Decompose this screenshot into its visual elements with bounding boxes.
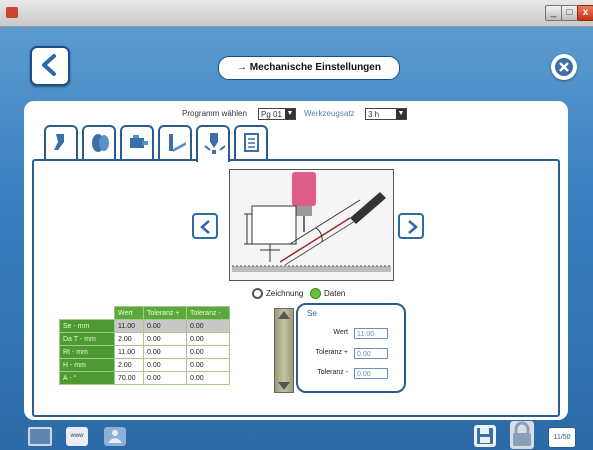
table-header-row: Wert Toleranz + Toleranz - xyxy=(60,306,230,320)
maximize-button[interactable]: □ xyxy=(561,5,578,21)
toolset-label: Werkzeugsatz xyxy=(304,109,355,118)
detail-label-value: Wert xyxy=(333,329,348,336)
value-field[interactable]: 11.00 xyxy=(354,328,388,339)
settings-panel: Programm wählen Pg 01 ▼ Werkzeugsatz 3 h… xyxy=(24,101,568,420)
values-table: Wert Toleranz + Toleranz - Se - mm 11.00… xyxy=(59,306,230,385)
chevron-left-icon xyxy=(42,54,56,76)
detail-label-tol-plus: Toleranz + xyxy=(315,349,349,356)
cell-tol-minus[interactable]: 0.00 xyxy=(186,319,230,333)
close-window-button[interactable]: x xyxy=(577,5,593,21)
back-button[interactable] xyxy=(30,46,70,86)
lock-button[interactable] xyxy=(510,421,534,449)
tab-content: Zeichnung Daten Wert Toleranz + Toleranz… xyxy=(32,159,560,417)
user-icon xyxy=(108,430,122,443)
close-icon xyxy=(555,58,573,76)
cell-tol-minus[interactable]: 0.00 xyxy=(186,371,230,385)
feeder-icon xyxy=(130,135,148,148)
toolset-select[interactable]: 3 h ▼ xyxy=(365,108,407,120)
detail-panel: Se Wert 11.00 Toleranz + 0.00 Toleranz -… xyxy=(296,303,406,393)
scroll-down-icon[interactable] xyxy=(278,382,290,390)
monitor-icon[interactable] xyxy=(28,427,52,446)
chevron-left-icon xyxy=(200,220,210,234)
program-label: Programm wählen xyxy=(182,109,247,118)
cell-value[interactable]: 2.00 xyxy=(114,358,144,372)
cell-tol-minus[interactable]: 0.00 xyxy=(186,358,230,372)
tab-torch[interactable] xyxy=(44,125,78,160)
next-button[interactable] xyxy=(398,213,424,239)
cell-tol-plus[interactable]: 0.00 xyxy=(143,332,187,346)
lock-icon xyxy=(513,421,531,446)
torch-geometry-illustration xyxy=(232,172,391,272)
user-button[interactable] xyxy=(104,427,126,446)
previous-button[interactable] xyxy=(192,213,218,239)
gas-nozzle-icon xyxy=(92,134,109,152)
save-icon xyxy=(477,428,493,444)
program-select-value: Pg 01 xyxy=(261,110,282,119)
table-corner xyxy=(60,307,115,320)
dropdown-arrow-icon: ▼ xyxy=(396,109,406,119)
radio-drawing[interactable] xyxy=(252,288,263,299)
tab-torch-position[interactable] xyxy=(196,125,230,162)
column-header-tol-plus: Toleranz + xyxy=(143,306,187,320)
cell-tol-plus[interactable]: 0.00 xyxy=(143,358,187,372)
cell-value[interactable]: 11.00 xyxy=(114,319,144,333)
tol-plus-field[interactable]: 0.00 xyxy=(354,348,388,359)
tab-feeder[interactable] xyxy=(120,125,154,160)
vertical-scrollbar[interactable] xyxy=(274,308,294,393)
main-area: → Mechanische Einstellungen Programm wäh… xyxy=(0,27,593,450)
radio-drawing-label: Zeichnung xyxy=(266,289,304,298)
table-row[interactable]: Rt - mm 11.00 0.00 0.00 xyxy=(59,345,230,359)
cell-tol-minus[interactable]: 0.00 xyxy=(186,332,230,346)
title-bar: _ □ x xyxy=(0,0,593,27)
chevron-right-icon xyxy=(408,220,418,234)
application-window: _ □ x → Mechanische Einstellungen Progra… xyxy=(0,0,593,450)
page-title: → Mechanische Einstellungen xyxy=(218,56,400,80)
tab-document[interactable] xyxy=(234,125,268,160)
radio-data-label: Daten xyxy=(324,289,346,298)
cell-tol-minus[interactable]: 0.00 xyxy=(186,345,230,359)
cell-value[interactable]: 2.00 xyxy=(114,332,144,346)
row-label: Se - mm xyxy=(59,319,115,333)
row-label: Rt - mm xyxy=(59,345,115,359)
program-select[interactable]: Pg 01 ▼ xyxy=(258,108,296,120)
table-row[interactable]: Se - mm 11.00 0.00 0.00 xyxy=(59,319,230,333)
page-counter-button[interactable]: 11/50 xyxy=(548,427,576,448)
column-header-tol-minus: Toleranz - xyxy=(186,306,230,320)
cell-tol-plus[interactable]: 0.00 xyxy=(143,371,187,385)
app-icon xyxy=(6,7,18,18)
tab-torch-angle[interactable] xyxy=(158,125,192,160)
minimize-button[interactable]: _ xyxy=(545,5,562,21)
cell-tol-plus[interactable]: 0.00 xyxy=(143,319,187,333)
detail-title: Se xyxy=(307,309,317,318)
dropdown-arrow-icon: ▼ xyxy=(285,109,295,119)
column-header-value: Wert xyxy=(114,306,144,320)
table-row[interactable]: H - mm 2.00 0.00 0.00 xyxy=(59,358,230,372)
tab-gas-nozzle[interactable] xyxy=(82,125,116,160)
row-label: H - mm xyxy=(59,358,115,372)
torch-geometry-diagram xyxy=(229,169,394,281)
small-tool-button[interactable]: www xyxy=(66,427,88,446)
cell-tol-plus[interactable]: 0.00 xyxy=(143,345,187,359)
scroll-up-icon[interactable] xyxy=(278,311,290,319)
torch-position-icon xyxy=(204,133,226,154)
bottom-toolbar: www 11/50 xyxy=(0,421,593,450)
tol-minus-field[interactable]: 0.00 xyxy=(354,368,388,379)
detail-label-tol-minus: Toleranz - xyxy=(317,369,348,376)
close-button[interactable] xyxy=(551,54,577,80)
document-icon xyxy=(244,133,259,152)
row-label: Da T - mm xyxy=(59,332,115,346)
table-row[interactable]: Da T - mm 2.00 0.00 0.00 xyxy=(59,332,230,346)
cell-value[interactable]: 70.00 xyxy=(114,371,144,385)
torch-angle-icon xyxy=(169,134,186,152)
row-label: A - ° xyxy=(59,371,115,385)
radio-data[interactable] xyxy=(310,288,321,299)
table-row[interactable]: A - ° 70.00 0.00 0.00 xyxy=(59,371,230,385)
cell-value[interactable]: 11.00 xyxy=(114,345,144,359)
toolset-select-value: 3 h xyxy=(368,110,380,119)
save-button[interactable] xyxy=(474,425,496,447)
torch-icon xyxy=(54,134,64,150)
